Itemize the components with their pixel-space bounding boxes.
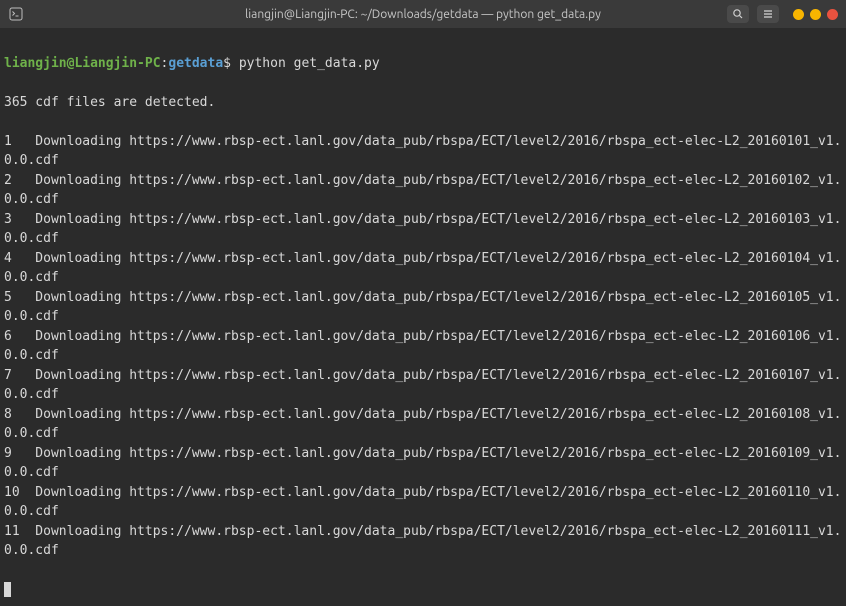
- download-line: 6 Downloading https://www.rbsp-ect.lanl.…: [4, 327, 842, 366]
- window-titlebar: liangjin@Liangjin-PC: ~/Downloads/getdat…: [0, 0, 846, 28]
- download-line: 10 Downloading https://www.rbsp-ect.lanl…: [4, 483, 842, 522]
- download-line: 3 Downloading https://www.rbsp-ect.lanl.…: [4, 210, 842, 249]
- download-line: 7 Downloading https://www.rbsp-ect.lanl.…: [4, 366, 842, 405]
- download-line: 2 Downloading https://www.rbsp-ect.lanl.…: [4, 171, 842, 210]
- terminal-app-icon: [8, 6, 24, 22]
- prompt-dollar: $: [223, 56, 231, 71]
- download-line: 1 Downloading https://www.rbsp-ect.lanl.…: [4, 132, 842, 171]
- titlebar-controls: [727, 5, 838, 23]
- download-line: 4 Downloading https://www.rbsp-ect.lanl.…: [4, 249, 842, 288]
- prompt-userhost: liangjin@Liangjin-PC: [4, 56, 161, 71]
- maximize-button[interactable]: [810, 9, 821, 20]
- output-detected: 365 cdf files are detected.: [4, 93, 842, 113]
- command-text: python get_data.py: [239, 56, 380, 71]
- menu-button[interactable]: [757, 5, 779, 23]
- window-title: liangjin@Liangjin-PC: ~/Downloads/getdat…: [245, 8, 601, 21]
- terminal-output[interactable]: liangjin@Liangjin-PC:getdata$ python get…: [0, 28, 846, 606]
- download-line: 8 Downloading https://www.rbsp-ect.lanl.…: [4, 405, 842, 444]
- prompt-dir: getdata: [168, 56, 223, 71]
- download-line: 5 Downloading https://www.rbsp-ect.lanl.…: [4, 288, 842, 327]
- window-controls: [793, 9, 838, 20]
- search-button[interactable]: [727, 5, 749, 23]
- cursor: [4, 582, 11, 597]
- prompt-line: liangjin@Liangjin-PC:getdata$ python get…: [4, 54, 842, 74]
- close-button[interactable]: [827, 9, 838, 20]
- download-line: 9 Downloading https://www.rbsp-ect.lanl.…: [4, 444, 842, 483]
- minimize-button[interactable]: [793, 9, 804, 20]
- download-line: 11 Downloading https://www.rbsp-ect.lanl…: [4, 522, 842, 561]
